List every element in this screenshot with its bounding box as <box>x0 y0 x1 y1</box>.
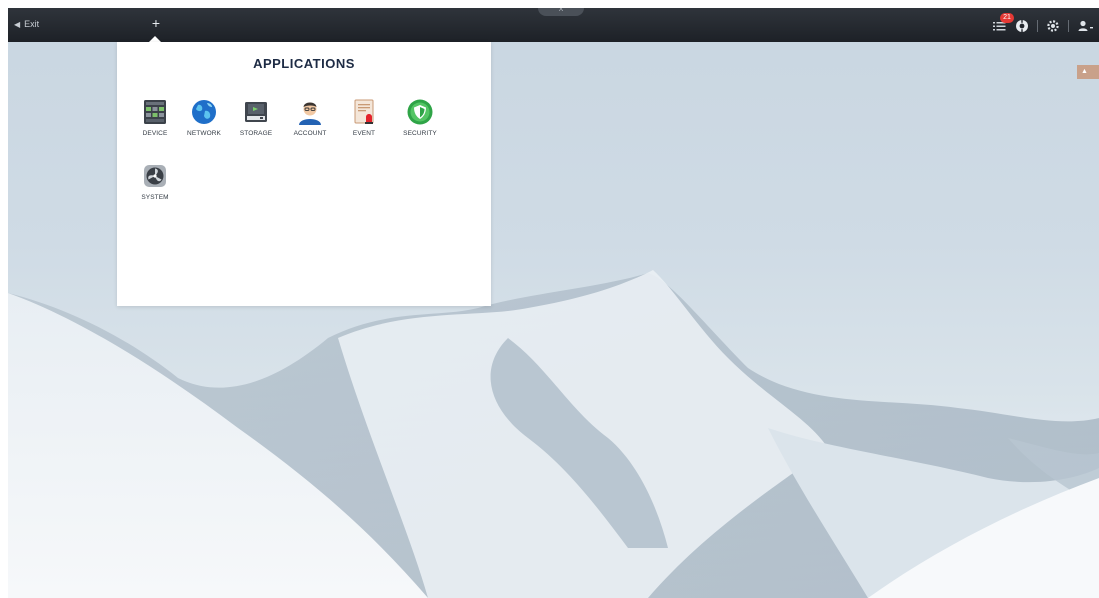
applications-title: APPLICATIONS <box>253 56 355 71</box>
notification-badge: 21 <box>1000 13 1014 23</box>
app-event-label: EVENT <box>352 130 376 137</box>
toolbar-right: 21 <box>993 13 1095 35</box>
alarm-warning-tab[interactable]: ▲ <box>1077 65 1099 79</box>
user-icon <box>1078 20 1093 31</box>
desktop: ◀ Exit + ^ 21 ▲ APPLICATIONS DEVICE NETW… <box>8 8 1099 598</box>
app-security[interactable]: SECURITY <box>394 98 446 137</box>
app-device[interactable]: DEVICE <box>129 98 181 137</box>
exit-label: Exit <box>24 19 40 29</box>
app-event[interactable]: EVENT <box>338 98 390 137</box>
network-globe-icon <box>192 100 216 124</box>
status-button[interactable] <box>1015 19 1029 33</box>
event-icon <box>354 99 374 124</box>
settings-button[interactable] <box>1046 19 1060 33</box>
user-menu-button[interactable] <box>1077 19 1095 33</box>
app-network-label: NETWORK <box>187 130 221 137</box>
add-tab-button[interactable]: + <box>148 14 164 32</box>
system-fan-icon <box>144 165 166 187</box>
warning-triangle-icon: ▲ <box>1081 68 1088 75</box>
app-account-label: ACCOUNT <box>293 130 327 137</box>
app-system-label: SYSTEM <box>141 194 169 201</box>
status-globe-icon <box>1016 19 1028 33</box>
app-storage[interactable]: STORAGE <box>230 98 282 137</box>
device-icon <box>144 100 166 124</box>
toolbar-divider <box>1068 20 1069 32</box>
top-bar: ◀ Exit + ^ 21 <box>8 8 1099 42</box>
collapse-bar-button[interactable]: ^ <box>538 8 584 16</box>
app-network[interactable]: NETWORK <box>178 98 230 137</box>
settings-gear-icon <box>1047 20 1059 32</box>
storage-icon <box>245 102 267 122</box>
security-shield-icon <box>407 99 433 125</box>
account-icon <box>299 102 321 125</box>
app-security-label: SECURITY <box>403 130 437 137</box>
toolbar-divider <box>1037 20 1038 32</box>
applications-panel: APPLICATIONS DEVICE NETWORK STORAGE ACCO… <box>117 42 491 306</box>
notification-list-button[interactable]: 21 <box>993 13 1014 33</box>
exit-button[interactable]: ◀ Exit <box>14 19 39 29</box>
exit-arrow-icon: ◀ <box>14 19 21 29</box>
app-device-label: DEVICE <box>142 130 168 137</box>
app-account[interactable]: ACCOUNT <box>284 98 336 137</box>
app-system[interactable]: SYSTEM <box>129 162 181 201</box>
app-storage-label: STORAGE <box>239 130 273 137</box>
